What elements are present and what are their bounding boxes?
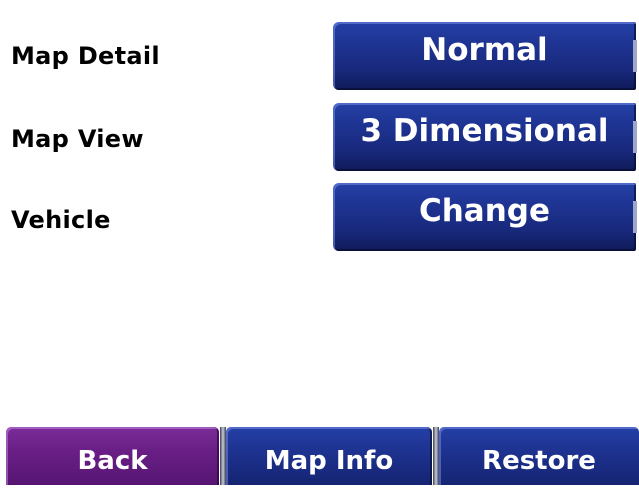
restore-button[interactable]: Restore [439,427,639,485]
map-info-button[interactable]: Map Info [226,427,432,485]
map-view-button[interactable]: 3 Dimensional [333,103,637,171]
back-button[interactable]: Back [6,427,219,485]
map-settings-screen: Map Detail Normal Map View 3 Dimensional… [0,0,639,485]
map-view-label: Map View [11,125,144,153]
vehicle-label: Vehicle [11,206,111,234]
vehicle-value: Change [418,193,551,229]
vehicle-button[interactable]: Change [333,183,637,251]
map-detail-button[interactable]: Normal [333,22,637,90]
map-detail-label: Map Detail [11,42,160,70]
map-view-value: 3 Dimensional [360,113,609,149]
map-detail-value: Normal [421,32,548,68]
